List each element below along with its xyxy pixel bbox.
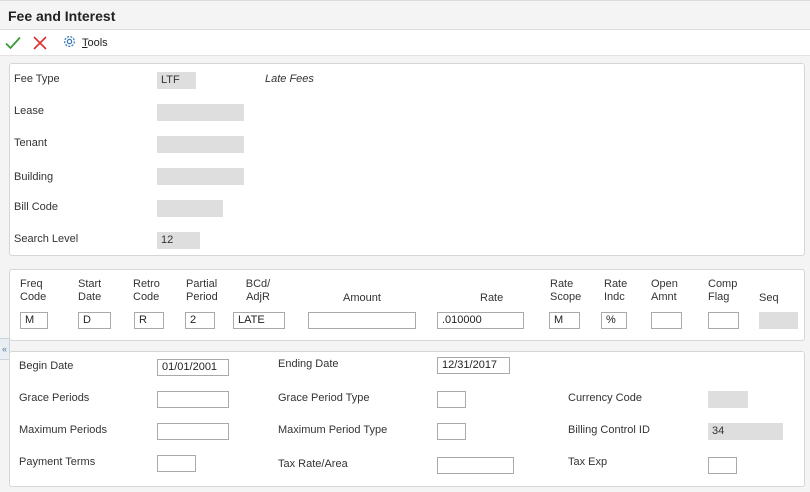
- ending-date-label: Ending Date: [278, 358, 339, 370]
- grace-periods-input[interactable]: [157, 391, 229, 408]
- maximum-period-type-label: Maximum Period Type: [278, 424, 388, 436]
- payment-terms-label: Payment Terms: [19, 456, 96, 468]
- rate-indc-input[interactable]: %: [601, 312, 627, 329]
- retro-code-header: Retro Code: [133, 278, 160, 303]
- tax-rate-area-input[interactable]: [437, 457, 514, 474]
- start-date-input[interactable]: D: [78, 312, 111, 329]
- bcd-adjr-header: BCd/ AdjR: [245, 278, 271, 303]
- tax-exp-label: Tax Exp: [568, 456, 608, 468]
- open-amnt-header: Open Amnt: [651, 278, 678, 303]
- title-bar: Fee and Interest: [0, 0, 810, 30]
- partial-period-input[interactable]: 2: [185, 312, 215, 329]
- comp-flag-header: Comp Flag: [708, 278, 738, 303]
- rate-scope-header: Rate Scope: [550, 278, 582, 303]
- detail-panel: [9, 351, 805, 487]
- gear-icon: [62, 34, 77, 52]
- open-amnt-input[interactable]: [651, 312, 682, 329]
- building-label: Building: [14, 171, 54, 183]
- toolbar: Tools: [0, 30, 810, 56]
- comp-flag-input[interactable]: [708, 312, 739, 329]
- bill-code-label: Bill Code: [14, 201, 59, 213]
- page-title: Fee and Interest: [8, 8, 116, 24]
- amount-input[interactable]: [308, 312, 416, 329]
- retro-code-input[interactable]: R: [134, 312, 164, 329]
- billing-control-id-field[interactable]: 34: [708, 423, 783, 440]
- bill-code-field[interactable]: [157, 200, 223, 217]
- search-level-label: Search Level: [14, 233, 79, 245]
- begin-date-input[interactable]: 01/01/2001: [157, 359, 229, 376]
- fee-type-label: Fee Type: [14, 73, 60, 85]
- rate-input[interactable]: .010000: [437, 312, 524, 329]
- freq-code-input[interactable]: M: [20, 312, 48, 329]
- tenant-field[interactable]: [157, 136, 244, 153]
- seq-field[interactable]: [759, 312, 798, 329]
- x-icon[interactable]: [31, 34, 49, 52]
- rate-header: Rate: [480, 292, 504, 304]
- tenant-label: Tenant: [14, 137, 48, 149]
- currency-code-label: Currency Code: [568, 392, 642, 404]
- amount-header: Amount: [343, 292, 381, 304]
- payment-terms-input[interactable]: [157, 455, 196, 472]
- grace-period-type-label: Grace Period Type: [278, 392, 370, 404]
- fee-type-description: Late Fees: [265, 73, 314, 85]
- currency-code-field[interactable]: [708, 391, 748, 408]
- maximum-period-type-input[interactable]: [437, 423, 466, 440]
- tools-label: Tools: [82, 37, 108, 49]
- search-level-field[interactable]: 12: [157, 232, 200, 249]
- partial-period-header: Partial Period: [186, 278, 218, 303]
- freq-code-header: Freq Code: [20, 278, 47, 303]
- header-panel: [9, 63, 805, 256]
- maximum-periods-input[interactable]: [157, 423, 229, 440]
- ending-date-input[interactable]: 12/31/2017: [437, 357, 510, 374]
- rate-scope-input[interactable]: M: [549, 312, 580, 329]
- start-date-header: Start Date: [78, 278, 102, 303]
- building-field[interactable]: [157, 168, 244, 185]
- rate-indc-header: Rate Indc: [604, 278, 628, 303]
- lease-label: Lease: [14, 105, 44, 117]
- fee-type-field[interactable]: LTF: [157, 72, 196, 89]
- maximum-periods-label: Maximum Periods: [19, 424, 108, 436]
- checkmark-icon[interactable]: [4, 34, 22, 52]
- bcd-adjr-input[interactable]: LATE: [233, 312, 285, 329]
- begin-date-label: Begin Date: [19, 360, 74, 372]
- grace-period-type-input[interactable]: [437, 391, 466, 408]
- fee-grid-panel: [9, 269, 805, 341]
- tools-button[interactable]: Tools: [62, 35, 108, 51]
- seq-header: Seq: [759, 292, 779, 304]
- lease-field[interactable]: [157, 104, 244, 121]
- billing-control-id-label: Billing Control ID: [568, 424, 650, 436]
- tax-rate-area-label: Tax Rate/Area: [278, 458, 348, 470]
- grace-periods-label: Grace Periods: [19, 392, 90, 404]
- tax-exp-input[interactable]: [708, 457, 737, 474]
